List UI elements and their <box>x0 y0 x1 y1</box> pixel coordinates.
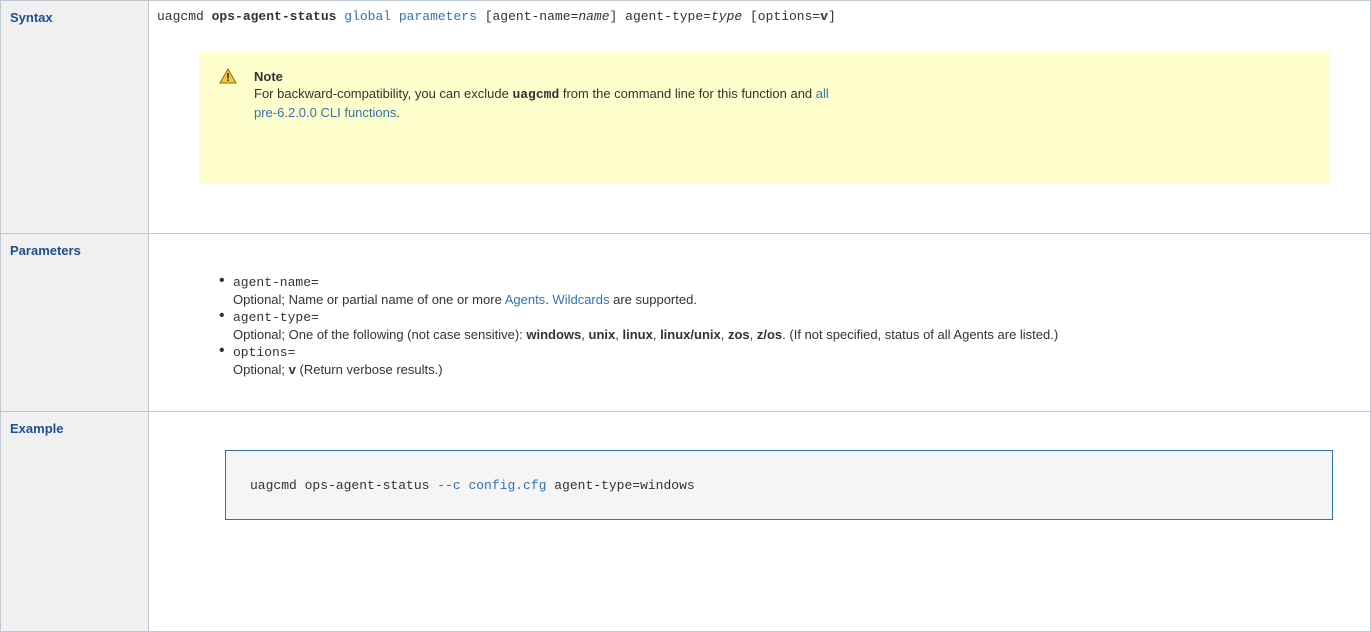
syntax-text: ] agent-type= <box>609 9 711 24</box>
bullet-icon: • <box>219 272 225 289</box>
note-link[interactable]: all <box>816 86 829 101</box>
parameter-name: agent-type= <box>233 310 319 325</box>
note-link[interactable]: pre-6.2.0.0 CLI functions <box>254 105 396 120</box>
code-block: uagcmd ops-agent-status --c config.cfg a… <box>225 450 1333 520</box>
parameter-name: options= <box>233 345 296 360</box>
parameters-header-cell: Parameters <box>0 233 149 412</box>
agents-link[interactable]: Agents <box>505 292 545 307</box>
global-parameters-link[interactable]: global parameters <box>344 9 477 24</box>
parameter-description: Optional; v (Return verbose results.) <box>233 362 443 377</box>
syntax-command: uagcmd <box>157 9 204 24</box>
syntax-text: name <box>578 9 610 24</box>
syntax-text: [options= <box>742 9 821 24</box>
warning-icon <box>219 68 237 84</box>
parameters-body-cell: • agent-name= Optional; Name or partial … <box>148 233 1371 412</box>
list-item: • options= Optional; v (Return verbose r… <box>219 343 1370 378</box>
syntax-text: ] <box>828 9 836 24</box>
syntax-text: type <box>710 9 743 24</box>
wildcards-link[interactable]: Wildcards <box>552 292 609 307</box>
syntax-header-cell: Syntax <box>0 0 149 234</box>
example-header-cell: Example <box>0 411 149 632</box>
syntax-text: v <box>820 9 829 24</box>
note-text-part: . <box>396 105 400 120</box>
example-header: Example <box>10 421 64 436</box>
list-item: • agent-name= Optional; Name or partial … <box>219 273 1370 308</box>
bullet-icon: • <box>219 307 225 324</box>
parameters-list: • agent-name= Optional; Name or partial … <box>149 234 1370 390</box>
note-text-part: from the command line for this function … <box>559 86 816 101</box>
parameters-header: Parameters <box>10 243 81 258</box>
config-link[interactable]: --c config.cfg <box>437 478 546 493</box>
note-title: Note <box>254 69 283 84</box>
syntax-line: uagcmd ops-agent-status global parameter… <box>149 1 1370 24</box>
syntax-header: Syntax <box>10 10 53 25</box>
parameter-name: agent-name= <box>233 275 319 290</box>
parameter-description: Optional; One of the following (not case… <box>233 327 1059 342</box>
note-text: For backward-compatibility, you can excl… <box>254 85 1254 122</box>
syntax-text: [agent-name= <box>484 9 579 24</box>
syntax-body-cell: uagcmd ops-agent-status global parameter… <box>148 0 1371 234</box>
example-code: uagcmd ops-agent-status --c config.cfg a… <box>250 478 695 493</box>
note-text-part: For backward-compatibility, you can excl… <box>254 86 513 101</box>
bullet-icon: • <box>219 342 225 359</box>
parameter-description: Optional; Name or partial name of one or… <box>233 292 697 307</box>
note-panel: Note For backward-compatibility, you can… <box>199 52 1330 184</box>
note-code: uagcmd <box>512 87 560 102</box>
example-body-cell: uagcmd ops-agent-status --c config.cfg a… <box>148 411 1371 632</box>
reference-table: Syntax uagcmd ops-agent-status global pa… <box>0 0 1371 632</box>
list-item: • agent-type= Optional; One of the follo… <box>219 308 1370 343</box>
syntax-function: ops-agent-status <box>211 9 337 24</box>
